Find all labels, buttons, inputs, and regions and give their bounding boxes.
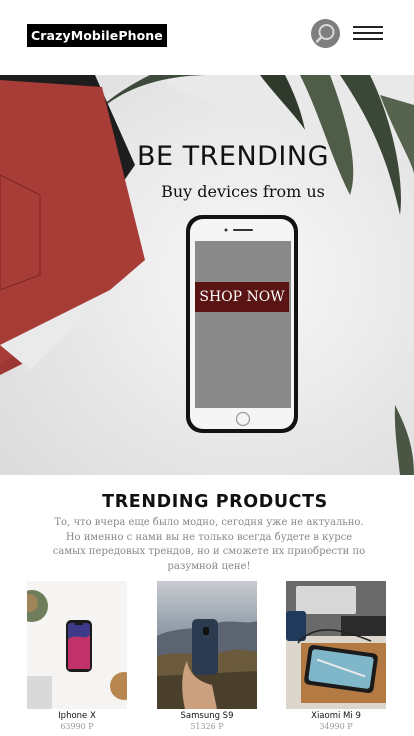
hamburger-menu-icon[interactable] xyxy=(353,26,383,40)
hero-title: BE TRENDING xyxy=(136,141,330,172)
product-name: Xiaomi Mi 9 xyxy=(311,711,361,721)
product-price: 51326 Р xyxy=(190,722,224,731)
product-name: Iphone X xyxy=(58,711,96,721)
product-price: 34990 Р xyxy=(319,722,353,731)
product-price: 63990 Р xyxy=(60,722,94,731)
product-card-samsung-s9[interactable]: Samsung S9 51326 Р xyxy=(157,581,257,736)
product-image xyxy=(27,581,127,709)
product-image xyxy=(286,581,386,709)
product-name: Samsung S9 xyxy=(180,711,234,721)
shop-now-button[interactable]: SHOP NOW xyxy=(195,282,289,312)
site-logo[interactable]: CrazyMobilePhone xyxy=(27,24,167,47)
search-button[interactable] xyxy=(311,19,340,48)
hero-banner: BE TRENDING Buy devices from us SHOP NOW xyxy=(0,75,414,475)
search-icon xyxy=(315,24,335,43)
section-title: TRENDING PRODUCTS xyxy=(102,492,328,512)
product-card-iphone-x[interactable]: Iphone X 63990 Р xyxy=(27,581,127,736)
product-image xyxy=(157,581,257,709)
hero-subtitle: Buy devices from us xyxy=(161,182,325,201)
header: CrazyMobilePhone xyxy=(0,0,414,75)
trending-products-section: TRENDING PRODUCTS То, что вчера еще было… xyxy=(0,475,414,736)
hero-image xyxy=(0,75,414,475)
product-card-xiaomi-mi-9[interactable]: Xiaomi Mi 9 34990 Р xyxy=(286,581,386,736)
section-description: То, что вчера еще было модно, сегодня уж… xyxy=(52,517,366,572)
